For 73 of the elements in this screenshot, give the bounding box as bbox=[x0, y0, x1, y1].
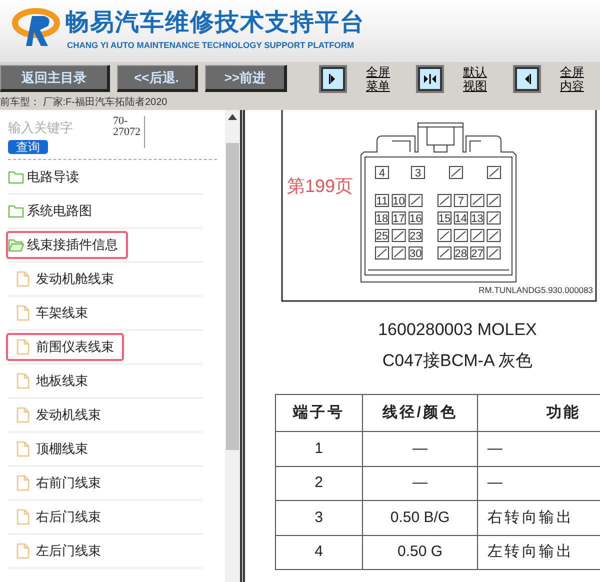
table-cell: 3 bbox=[276, 500, 362, 535]
tree-item[interactable]: 系统电路图 bbox=[6, 197, 102, 225]
pin-number: 7 bbox=[458, 196, 464, 208]
scrollbar-thumb[interactable] bbox=[226, 143, 239, 450]
highlighted-tree-item[interactable]: 前围仪表线束 bbox=[6, 333, 124, 361]
pin-number: 10 bbox=[392, 196, 405, 208]
pin-number: 18 bbox=[376, 213, 388, 225]
pin-number: 28 bbox=[454, 248, 468, 260]
search-field[interactable]: 输入关键字 bbox=[8, 120, 82, 136]
table-cell: — bbox=[362, 432, 478, 466]
document-icon bbox=[15, 407, 31, 423]
pin-number: 4 bbox=[378, 168, 386, 180]
logo-icon bbox=[12, 8, 60, 48]
document-icon bbox=[15, 339, 31, 355]
column-header: 线径/颜色 bbox=[362, 394, 478, 432]
expand-left-icon[interactable] bbox=[513, 64, 541, 92]
tree-item[interactable]: 顶棚线束 bbox=[6, 435, 98, 463]
tree-item[interactable]: 发动机舱线束 bbox=[6, 265, 124, 293]
nav-button[interactable]: <<后退. bbox=[117, 65, 198, 92]
table-cell: — bbox=[362, 466, 478, 500]
tree-item[interactable]: 发动机线束 bbox=[6, 401, 111, 429]
open-folder-icon bbox=[8, 237, 24, 253]
pin-number: 27 bbox=[471, 248, 484, 260]
document-icon bbox=[15, 475, 31, 491]
nav-button[interactable]: >>前进 bbox=[205, 65, 287, 92]
document-icon bbox=[15, 373, 31, 389]
page-number: 第199页 bbox=[287, 175, 354, 198]
document-icon bbox=[15, 441, 31, 457]
view-link[interactable]: 全屏内容 bbox=[560, 64, 588, 92]
column-header: 功能 bbox=[478, 394, 600, 432]
folder-icon bbox=[8, 169, 24, 185]
table-cell: 2 bbox=[276, 466, 362, 500]
highlighted-tree-item[interactable]: 线束接插件信息 bbox=[6, 231, 128, 259]
scroll-up-arrow-icon[interactable] bbox=[228, 114, 237, 120]
document-icon bbox=[15, 305, 31, 321]
vehicle-info: 前车型： 厂家:F-福田汽车拓陆者2020 bbox=[0, 95, 600, 110]
pin-number: 17 bbox=[392, 213, 405, 225]
site-subtitle: CHANG YI AUTO MAINTENANCE TECHNOLOGY SUPPORT PLATFORM bbox=[67, 39, 356, 52]
table-cell: 1 bbox=[276, 432, 362, 466]
tree-item[interactable]: 车架线束 bbox=[6, 299, 98, 327]
pin-number: 15 bbox=[438, 213, 451, 225]
drawing-code: RM.TUNLANDG5.930.000083 bbox=[478, 285, 593, 295]
site-title: 畅易汽车维修技术支持平台 bbox=[65, 9, 365, 37]
tree-item[interactable]: 电路导读 bbox=[6, 163, 89, 191]
search-hint-text: 70-27072 bbox=[113, 116, 145, 148]
pin-number: 30 bbox=[409, 248, 422, 260]
expand-right-icon[interactable] bbox=[319, 64, 347, 92]
view-link[interactable]: 全屏菜单 bbox=[366, 64, 394, 92]
split-view-icon[interactable] bbox=[416, 64, 444, 92]
folder-icon bbox=[8, 203, 24, 219]
document-icon bbox=[15, 271, 31, 287]
table-cell: 0.50 G bbox=[362, 535, 478, 570]
tree-item[interactable]: 右后门线束 bbox=[6, 503, 111, 531]
part-number: 1600280003 MOLEX bbox=[377, 319, 538, 341]
column-header: 端子号 bbox=[276, 394, 362, 432]
search-button[interactable]: 查询 bbox=[8, 140, 48, 154]
connector-name: C047接BCM-A 灰色 bbox=[381, 350, 534, 372]
pin-number: 14 bbox=[454, 213, 468, 225]
pin-number: 11 bbox=[376, 196, 388, 208]
document-icon bbox=[15, 509, 31, 525]
pin-number: 25 bbox=[376, 230, 388, 242]
pin-number: 23 bbox=[409, 230, 422, 242]
pin-number: 3 bbox=[414, 168, 422, 180]
view-link[interactable]: 默认视图 bbox=[463, 64, 491, 92]
table-cell: 0.50 B/G bbox=[362, 500, 478, 535]
tree-item[interactable]: 左后门线束 bbox=[6, 537, 111, 565]
pin-number: 16 bbox=[409, 213, 422, 225]
pin-number: 13 bbox=[471, 213, 484, 225]
tree-item[interactable]: 地板线束 bbox=[6, 367, 98, 395]
nav-button[interactable]: 返回主目录 bbox=[0, 65, 110, 92]
tree-item[interactable]: 右前门线束 bbox=[6, 469, 111, 497]
table-cell: 4 bbox=[276, 535, 362, 570]
document-icon bbox=[15, 543, 31, 559]
